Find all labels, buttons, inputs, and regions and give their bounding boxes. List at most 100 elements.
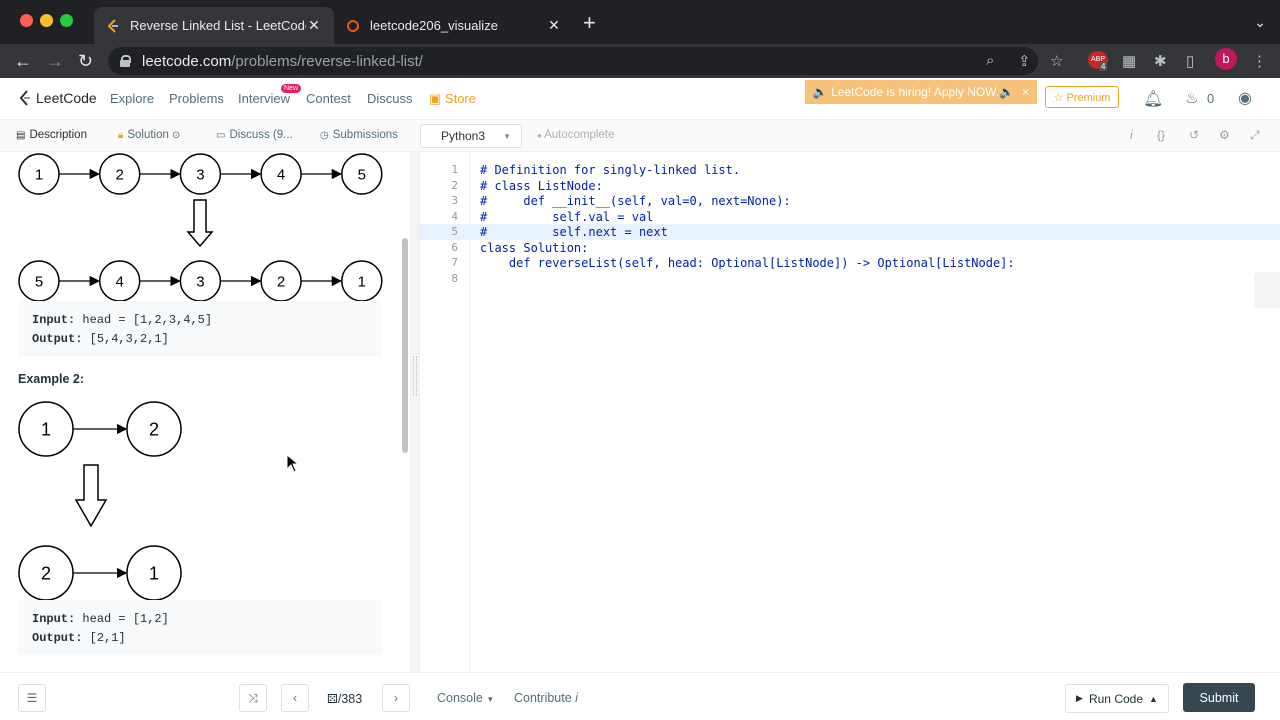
list-node-value: 2	[116, 166, 124, 183]
problem-list-button[interactable]: ☰	[18, 684, 46, 712]
example2-io-box: Input: head = [1,2] Output: [2,1]	[18, 600, 382, 655]
address-bar[interactable]: leetcode.com/problems/reverse-linked-lis…	[108, 47, 1038, 75]
problem-description-pane: 12345 54321 12 21 Input: head = [1,2,3,4…	[0, 152, 410, 672]
shuffle-icon: ⤨	[248, 690, 258, 705]
description-scrollbar[interactable]	[402, 238, 408, 453]
code-text: # self.next = next	[480, 225, 668, 239]
leetcode-logo[interactable]: LeetCode	[18, 89, 97, 107]
leetcode-logo-icon	[19, 90, 30, 106]
linked-list-diagrams: 12345 54321 12 21	[18, 153, 383, 601]
run-code-button[interactable]: ▶ Run Code ▲	[1065, 684, 1169, 713]
example1-original-list: 1 2 3 4 5	[18, 153, 383, 195]
streak-fire-icon[interactable]: ♨	[1185, 89, 1198, 107]
code-line[interactable]: 2 # class ListNode:	[420, 178, 1280, 194]
hiring-banner[interactable]: 🔈 LeetCode is hiring! Apply NOW.🔈 ×	[805, 80, 1037, 104]
code-line[interactable]: 3 # def __init__(self, val=0, next=None):	[420, 193, 1280, 209]
hiring-close-icon[interactable]: ×	[1022, 85, 1029, 99]
premium-button[interactable]: ☆ Premium	[1045, 86, 1119, 108]
nav-contest[interactable]: Contest	[306, 91, 351, 106]
side-panel-icon[interactable]: ▯	[1186, 52, 1194, 70]
bookmark-star-icon[interactable]: ☆	[1050, 52, 1063, 70]
leetcode-favicon-icon	[106, 18, 120, 33]
user-profile-icon[interactable]: ◉	[1238, 88, 1252, 108]
nav-interview[interactable]: Interview	[238, 91, 290, 106]
code-line[interactable]: 1 # Definition for singly-linked list.	[420, 162, 1280, 178]
close-window-button[interactable]	[20, 14, 33, 27]
braces-icon[interactable]: {}	[1157, 128, 1165, 142]
prev-problem-button[interactable]: ‹	[281, 684, 309, 712]
reload-button[interactable]: ↻	[78, 50, 93, 72]
code-text: # def __init__(self, val=0, next=None):	[480, 194, 791, 208]
list-icon: ☰	[26, 691, 38, 705]
fullscreen-icon[interactable]: ⤢	[1250, 128, 1260, 143]
tab-submissions[interactable]: ◷ Submissions	[320, 129, 398, 141]
line-number: 2	[451, 178, 458, 192]
line-number: 5	[451, 225, 458, 238]
shuffle-button[interactable]: ⤨	[239, 684, 267, 712]
tab-submissions-label: Submissions	[332, 129, 398, 141]
console-button[interactable]: Console ▼	[437, 691, 494, 705]
tab-solution[interactable]: 🔒︎ Solution ⊙	[118, 129, 184, 141]
video-icon: ⊙	[171, 129, 181, 141]
line-number: 8	[451, 271, 458, 285]
chevron-up-icon: ▲	[1149, 693, 1158, 704]
problem-subtabs: ▤ Description 🔒︎ Solution ⊙ ▭ Discuss (9... …	[0, 120, 1280, 152]
code-line[interactable]: 4 # self.val = val	[420, 209, 1280, 225]
tab-discuss[interactable]: ▭ Discuss (9...	[216, 129, 293, 141]
code-line[interactable]: 7 def reverseList(self, head: Optional[L…	[420, 255, 1280, 271]
back-button[interactable]: ←	[14, 50, 32, 72]
tab-discuss-label: Discuss (9...	[229, 129, 293, 141]
store-icon: ▣	[429, 91, 445, 106]
puzzle-extension-icon[interactable]: ▦	[1122, 52, 1136, 70]
discuss-icon: ▭	[216, 129, 226, 141]
browser-tab-visualize[interactable]: leetcode206_visualize ✕	[334, 7, 574, 44]
nav-discuss[interactable]: Discuss	[367, 91, 413, 106]
reset-icon[interactable]: ↺	[1189, 128, 1199, 142]
code-line[interactable]: 5 # self.next = next	[420, 224, 1280, 240]
notification-bell-icon[interactable]: 🔔︎	[1143, 89, 1163, 109]
page-counter-icon: ⚄	[327, 692, 338, 706]
share-icon[interactable]: ⇪	[1018, 52, 1031, 70]
example1-output-line: Output: [5,4,3,2,1]	[32, 330, 368, 349]
forward-button[interactable]: →	[46, 50, 64, 72]
contribute-button[interactable]: Contribute i	[514, 691, 578, 705]
next-problem-button[interactable]: ›	[382, 684, 410, 712]
language-select[interactable]: Python3 ▼	[420, 124, 522, 148]
settings-icon[interactable]: ⚙︎	[1219, 128, 1230, 142]
close-tab-icon[interactable]: ✕	[546, 17, 562, 34]
resize-handle[interactable]	[413, 356, 417, 396]
tab-description[interactable]: ▤ Description	[16, 129, 87, 141]
page-counter: ⚄/383	[327, 691, 362, 706]
list-node-value: 1	[41, 419, 51, 439]
pane-divider[interactable]	[410, 152, 420, 672]
nav-explore[interactable]: Explore	[110, 91, 154, 106]
profile-avatar[interactable]: b	[1215, 48, 1237, 70]
extensions-icon[interactable]: ✱	[1154, 52, 1167, 70]
new-tab-button[interactable]: +	[583, 12, 596, 34]
maximize-window-button[interactable]	[60, 14, 73, 27]
close-tab-icon[interactable]: ✕	[306, 17, 322, 34]
submit-button[interactable]: Submit	[1183, 683, 1255, 712]
lock-icon	[120, 55, 131, 67]
zoom-icon[interactable]: ⌕	[986, 52, 994, 69]
example2-title: Example 2:	[18, 372, 85, 386]
input-value: head = [1,2]	[82, 612, 169, 626]
code-line[interactable]: 8	[420, 271, 1280, 287]
code-editor[interactable]: 1 # Definition for singly-linked list. 2 # …	[420, 152, 1280, 672]
nav-store[interactable]: ▣ Store	[429, 91, 476, 107]
output-value: [5,4,3,2,1]	[89, 332, 169, 346]
side-panel-tab[interactable]	[1254, 272, 1280, 308]
input-label: Input:	[32, 612, 76, 626]
nav-problems[interactable]: Problems	[169, 91, 224, 106]
info-icon[interactable]: i	[1130, 128, 1133, 142]
tab-search-chevron-icon[interactable]: ⌄	[1254, 14, 1266, 31]
autocomplete-toggle[interactable]: ● Autocomplete	[537, 129, 614, 141]
example2-input-line: Input: head = [1,2]	[32, 610, 368, 629]
list-node-value: 2	[41, 563, 51, 583]
line-number: 3	[451, 194, 458, 207]
minimize-window-button[interactable]	[40, 14, 53, 27]
code-line[interactable]: 6 class Solution:	[420, 240, 1280, 256]
browser-menu-icon[interactable]: ⋮	[1252, 52, 1267, 70]
browser-tab-leetcode[interactable]: Reverse Linked List - LeetCode ✕	[94, 7, 334, 44]
reverse-arrow-icon	[74, 464, 108, 528]
